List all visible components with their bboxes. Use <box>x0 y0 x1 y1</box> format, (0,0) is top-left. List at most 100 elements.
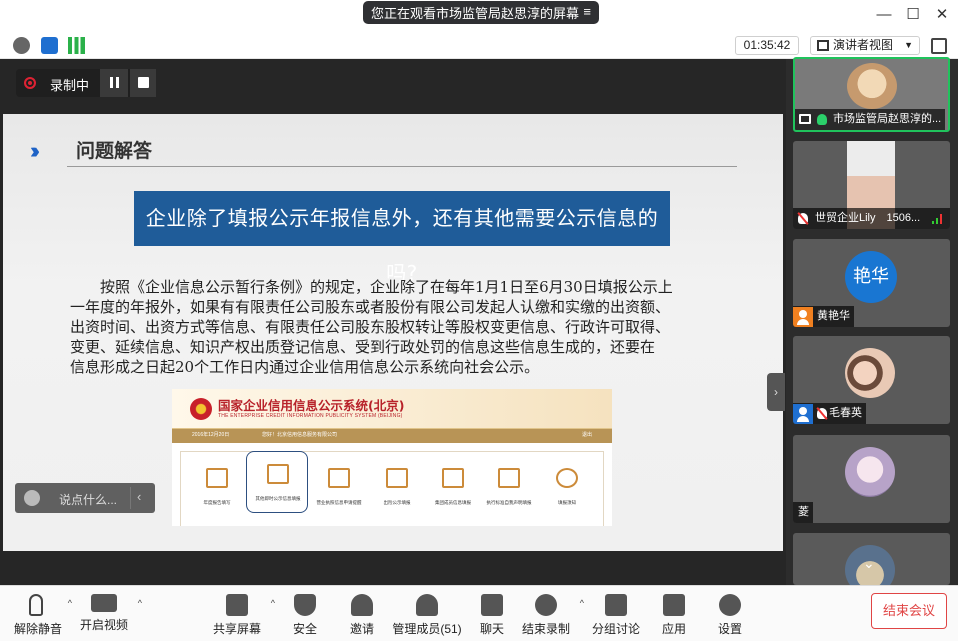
scroll-down-icon[interactable]: ⌄ <box>863 555 875 572</box>
tile-group-members: 集团成员信息填报 <box>425 456 481 516</box>
emoji-icon[interactable] <box>24 490 40 506</box>
members-icon <box>416 594 438 616</box>
chat-button[interactable]: 聊天 <box>478 594 506 637</box>
apps-button[interactable]: 应用 <box>660 594 688 637</box>
chat-icon <box>481 594 503 616</box>
participant-name-bar: 菱 <box>793 502 813 523</box>
participant-tile[interactable]: 菱 <box>793 435 950 523</box>
tile-instructions: 填报须知 <box>539 456 595 516</box>
national-emblem-icon <box>190 398 212 420</box>
end-meeting-button[interactable]: 结束会议 <box>871 593 947 629</box>
embedded-website-screenshot: 国家企业信用信息公示系统(北京) THE ENTERPRISE CREDIT I… <box>172 389 612 526</box>
document-icon <box>498 468 520 488</box>
recording-label: 录制中 <box>50 78 90 93</box>
shield-icon <box>294 594 316 616</box>
participant-name-bar: 市场监管局赵思淳的... <box>795 109 946 130</box>
chat-input[interactable]: 说点什么... ‹ <box>15 483 155 513</box>
minimize-button[interactable]: — <box>874 6 894 26</box>
pause-recording-button[interactable] <box>100 69 128 97</box>
meeting-window: { "window": { "share_banner": "您正在观看市场监管… <box>0 0 958 641</box>
info-icon[interactable] <box>13 37 30 54</box>
layout-icon <box>817 40 829 51</box>
collapse-panel-button[interactable]: › <box>767 373 785 411</box>
invite-button[interactable]: 邀请 <box>347 594 377 637</box>
view-mode-dropdown[interactable]: 演讲者视图 ▼ <box>810 36 920 55</box>
apps-icon <box>663 594 685 616</box>
participant-name-bar: 黄艳华 <box>793 306 854 327</box>
shield-icon[interactable] <box>41 37 58 54</box>
arrow-chevrons-icon: ››› <box>30 138 40 163</box>
paragraph-line: 出资时间、出资方式等信息、有限责任公司股东股权转让等股权变更信息、行政许可取得、 <box>70 318 671 336</box>
breakout-rooms-button[interactable]: 分组讨论 <box>592 594 640 637</box>
site-welcome: 您好！北京信用信息服务有限公司 <box>262 432 338 438</box>
security-button[interactable]: 安全 <box>290 594 320 637</box>
question-banner: 企业除了填报公示年报信息外，还有其他需要公示信息的吗? <box>134 191 670 285</box>
paragraph-line: 按照《企业信息公示暂行条例》的规定，企业除了在每年1月1日至6月30日填报公示上 <box>100 278 673 296</box>
site-date: 2016年12月20日 <box>192 432 230 438</box>
avatar <box>847 63 897 109</box>
stop-recording-button[interactable] <box>130 69 156 97</box>
chevron-up-icon[interactable]: ^ <box>271 598 275 608</box>
user-icon <box>793 404 813 424</box>
meeting-info-bar: 01:35:42 演讲者视图 ▼ <box>0 32 958 59</box>
settings-button[interactable]: 设置 <box>716 594 744 637</box>
chevron-left-icon[interactable]: ‹ <box>137 489 141 504</box>
avatar <box>845 348 895 398</box>
avatar: 艳华 <box>845 251 897 303</box>
participant-name-bar: 毛春英 <box>793 403 866 424</box>
tile-standard-declaration: 执行标准自我声明填报 <box>481 456 537 516</box>
user-icon <box>793 307 813 327</box>
mic-muted-icon <box>29 594 43 616</box>
section-title: 问题解答 <box>76 140 153 162</box>
chat-placeholder: 说点什么... <box>59 493 118 507</box>
add-user-icon <box>351 594 373 616</box>
tile-risk-publicity: 出险公示填报 <box>369 456 425 516</box>
chevron-up-icon[interactable]: ^ <box>580 598 584 608</box>
inbox-icon <box>386 468 408 488</box>
chevron-up-icon[interactable]: ^ <box>68 598 72 608</box>
start-video-button[interactable]: 开启视频 ^ <box>80 594 142 633</box>
mic-muted-icon <box>798 213 808 224</box>
tile-license-reminder: 营业执照信息申请提醒 <box>311 456 367 516</box>
lightbulb-icon <box>556 468 578 488</box>
tile-annual-report: 年度报告填写 <box>189 456 245 516</box>
fullscreen-icon[interactable] <box>931 38 947 54</box>
recording-indicator: 录制中 <box>16 69 156 97</box>
participant-tile[interactable]: 世贸企业Lily 1506... <box>793 141 950 229</box>
network-signal-icon[interactable] <box>68 37 85 54</box>
stop-record-icon <box>535 594 557 616</box>
avatar <box>845 447 895 497</box>
participant-tile[interactable]: 市场监管局赵思淳的... <box>793 57 950 132</box>
mic-muted-icon <box>817 408 827 419</box>
title-divider <box>67 166 737 167</box>
site-title: 国家企业信用信息公示系统(北京) <box>218 398 405 413</box>
participant-name-bar: 世贸企业Lily 1506... <box>793 208 950 229</box>
menu-icon[interactable]: ≡ <box>583 4 591 19</box>
site-header: 国家企业信用信息公示系统(北京) THE ENTERPRISE CREDIT I… <box>172 389 612 429</box>
close-button[interactable]: ✕ <box>932 6 952 26</box>
answer-paragraph: 按照《企业信息公示暂行条例》的规定，企业除了在每年1月1日至6月30日填报公示上… <box>70 277 720 377</box>
view-mode-label: 演讲者视图 <box>833 38 894 52</box>
participant-panel: 市场监管局赵思淳的... 世贸企业Lily 1506... 艳华 黄艳华 毛春英… <box>786 57 958 585</box>
maximize-button[interactable]: ☐ <box>903 6 923 26</box>
paragraph-line: 信息形成之日起20个工作日内通过企业信用信息公示系统向社会公示。 <box>70 358 540 376</box>
site-logout: 退出 <box>582 432 593 438</box>
participant-tile[interactable]: 艳华 黄艳华 <box>793 239 950 327</box>
share-screen-icon <box>226 594 248 616</box>
end-recording-button[interactable]: 结束录制 ^ <box>522 594 584 637</box>
gear-icon <box>719 594 741 616</box>
site-subtitle: THE ENTERPRISE CREDIT INFORMATION PUBLIC… <box>218 413 403 419</box>
participant-tile[interactable]: 毛春英 <box>793 336 950 424</box>
chevron-down-icon: ▼ <box>904 40 913 50</box>
participant-tile[interactable]: ⌄ <box>793 533 950 585</box>
inbox-icon <box>267 464 289 484</box>
manage-members-button[interactable]: 管理成员(51) <box>392 594 462 637</box>
site-function-tiles: 年度报告填写 其他即时公示信息填报 营业执照信息申请提醒 出险公示填报 集团成员… <box>180 451 604 526</box>
title-bar: 您正在观看市场监管局赵思淳的屏幕 ≡ — ☐ ✕ <box>0 0 958 32</box>
chevron-up-icon[interactable]: ^ <box>138 598 142 608</box>
share-screen-button[interactable]: 共享屏幕 ^ <box>213 594 275 637</box>
meeting-toolbar: 解除静音 ^ 开启视频 ^ 共享屏幕 ^ 安全 邀请 管理成员(51) 聊天 结… <box>0 585 958 641</box>
edit-icon <box>442 468 464 488</box>
shared-screen-stage: 录制中 ››› 问题解答 企业除了填报公示年报信息外，还有其他需要公示信息的吗?… <box>0 59 786 585</box>
unmute-button[interactable]: 解除静音 ^ <box>14 594 72 637</box>
